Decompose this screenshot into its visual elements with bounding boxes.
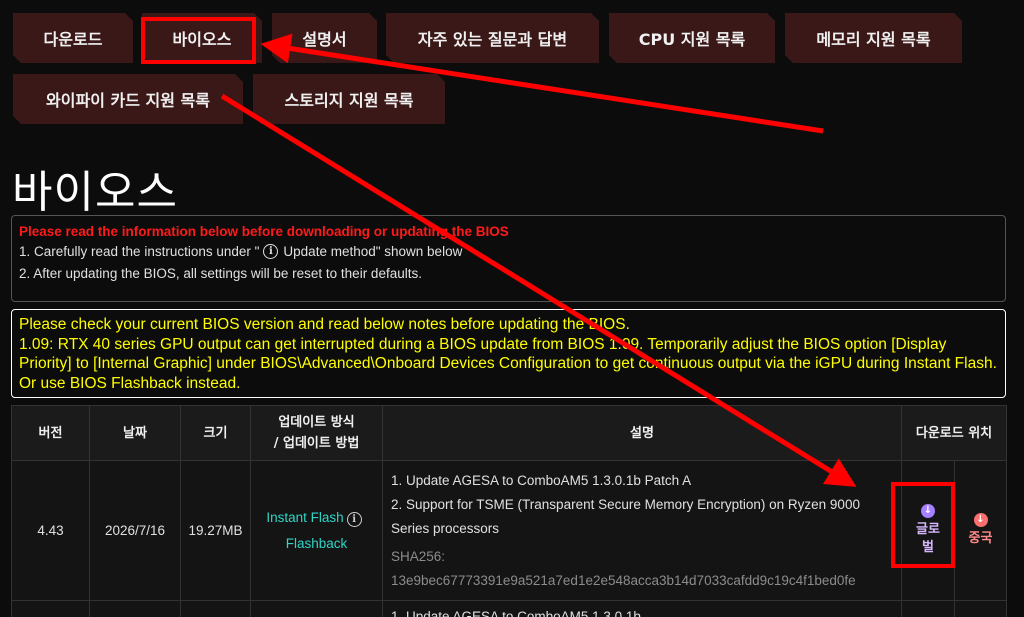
table-row: 4.43 2026/7/16 19.27MB Instant Flash i Fl… [11,460,1008,601]
download-global-label-1: 글로 [916,522,940,537]
download-china-button[interactable]: ↓ 중국 [955,513,1006,548]
cell-description: 1. Update AGESA to ComboAM5 1.3.0.1b [382,600,902,617]
tab-bios[interactable]: 바이오스 [142,13,262,63]
cell-download-china [953,600,1008,617]
header-description: 설명 [382,405,902,461]
tab-manual[interactable]: 설명서 [272,13,377,63]
cell-size [180,600,251,617]
notice-line-1-suffix: Update method" shown below [283,244,463,259]
cell-version: 4.43 [11,460,90,601]
info-icon[interactable]: i [263,244,279,259]
download-global-button[interactable]: ↓ 글로 벌 [902,504,954,557]
version-notice-line-1: Please check your current BIOS version a… [19,316,630,333]
tab-wifi-support[interactable]: 와이파이 카드 지원 목록 [13,74,243,124]
version-notice-line-2: 1.09: RTX 40 series GPU output can get i… [19,335,997,392]
method-instant-flash-label: Instant Flash [266,509,344,525]
sha-label: SHA256: [391,548,446,564]
page-title: 바이오스 [12,167,178,218]
table-row: 1. Update AGESA to ComboAM5 1.3.0.1b [11,600,1008,617]
notice-line-1: 1. Carefully read the instructions under… [19,244,998,259]
header-method-line-1: 업데이트 방식 [278,415,355,430]
download-china-label: 중국 [968,531,993,546]
cell-date [89,600,181,617]
header-method: 업데이트 방식 / 업데이트 방법 [250,405,383,461]
cell-download-global [901,600,955,617]
description-line-1: 1. Update AGESA to ComboAM5 1.3.0.1b Pat… [391,472,692,488]
tab-cpu-support[interactable]: CPU 지원 목록 [609,13,775,63]
bios-notice-box: Please read the information below before… [11,215,1006,302]
tab-storage-support[interactable]: 스토리지 지원 목록 [253,74,445,124]
download-global-label-2: 벌 [922,540,934,555]
table-header-row: 버전 날짜 크기 업데이트 방식 / 업데이트 방법 설명 다운로드 위치 [11,405,1008,461]
version-notice-box: Please check your current BIOS version a… [11,309,1006,398]
bios-table: 버전 날짜 크기 업데이트 방식 / 업데이트 방법 설명 다운로드 위치 4.… [11,405,1008,617]
cell-download-china: ↓ 중국 [953,460,1008,601]
cell-version [11,600,90,617]
method-instant-flash[interactable]: Instant Flash i [251,505,382,531]
cell-description: 1. Update AGESA to ComboAM5 1.3.0.1b Pat… [382,460,902,601]
bios-warning-text: Please read the information below before… [19,224,509,239]
cell-size: 19.27MB [180,460,251,601]
header-method-line-2: / 업데이트 방법 [273,436,360,451]
download-arrow-icon: ↓ [921,504,935,518]
notice-line-2: 2. After updating the BIOS, all settings… [19,266,422,281]
description-line-1: 1. Update AGESA to ComboAM5 1.3.0.1b [391,609,641,617]
notice-line-1-prefix: 1. Carefully read the instructions under… [19,244,260,259]
tab-faq[interactable]: 자주 있는 질문과 답변 [386,13,599,63]
cell-download-global: ↓ 글로 벌 [901,460,955,601]
sha-value: 13e9bec67773391e9a521a7ed1e2e548acca3b14… [391,572,856,588]
tab-memory-support[interactable]: 메모리 지원 목록 [785,13,962,63]
cell-method [250,600,383,617]
cell-date: 2026/7/16 [89,460,181,601]
header-version: 버전 [11,405,90,461]
description-line-2: 2. Support for TSME (Transparent Secure … [391,496,860,536]
header-download: 다운로드 위치 [900,405,1008,461]
download-arrow-icon: ↓ [973,513,988,527]
info-icon[interactable]: i [346,512,362,527]
method-flashback[interactable]: Flashback [251,531,382,557]
header-size: 크기 [180,405,251,461]
header-date: 날짜 [89,405,181,461]
cell-method: Instant Flash i Flashback [250,460,383,601]
tab-download[interactable]: 다운로드 [13,13,133,63]
